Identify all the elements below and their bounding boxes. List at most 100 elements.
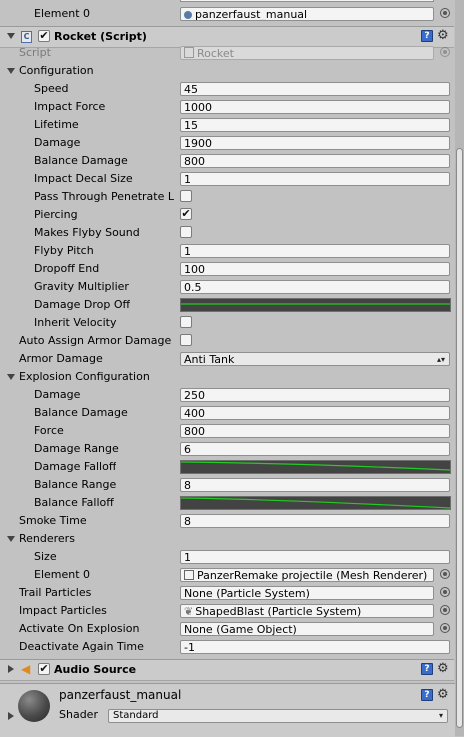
object-picker-icon[interactable] (440, 623, 450, 633)
foldout-closed-icon[interactable] (8, 712, 14, 720)
script-row: Script Rocket (0, 44, 454, 62)
audio-source-header[interactable]: ◀ ✔ Audio Source ? ⚙ (0, 659, 454, 681)
impact-particles-field[interactable]: ❦ ShapedBlast (Particle System) (180, 604, 434, 618)
armor-damage-row: Armor Damage Anti Tank ▴▾ (0, 350, 454, 368)
renderers-size-label: Size (34, 550, 57, 563)
top-element0-label: Element 0 (34, 7, 91, 20)
script-file-icon (184, 47, 194, 58)
explosion-balance-damage-row: Balance Damage 400 (0, 404, 454, 422)
explosion-damage-range-field[interactable]: 6 (180, 442, 450, 456)
explosion-damage-field[interactable]: 250 (180, 388, 450, 402)
foldout-closed-icon[interactable] (8, 665, 14, 673)
piercing-checkbox[interactable]: ✔ (180, 208, 192, 220)
shader-dropdown[interactable]: Standard ▾ (108, 709, 448, 723)
damage-field[interactable]: 1900 (180, 136, 450, 150)
makes-flyby-sound-label: Makes Flyby Sound (34, 226, 140, 239)
activate-on-explosion-row: Activate On Explosion None (Game Object) (0, 620, 454, 638)
configuration-foldout[interactable]: Configuration (0, 62, 454, 80)
top-element0-row: Element 0 panzerfaust_manual (0, 5, 454, 23)
curve-graph (181, 497, 450, 509)
object-picker-icon[interactable] (440, 587, 450, 597)
help-book-icon[interactable]: ? (421, 30, 433, 42)
deactivate-again-time-row: Deactivate Again Time -1 (0, 638, 454, 656)
particle-system-icon: ❦ (184, 605, 194, 618)
dropoff-end-label: Dropoff End (34, 262, 100, 275)
damage-label: Damage (34, 136, 81, 149)
help-book-icon[interactable]: ? (421, 689, 433, 701)
speed-row: Speed 45 (0, 80, 454, 98)
explosion-damage-range-label: Damage Range (34, 442, 119, 455)
top-element0-field[interactable]: panzerfaust_manual (180, 7, 434, 21)
settings-gear-icon[interactable]: ⚙ (437, 662, 449, 675)
balance-damage-field[interactable]: 800 (180, 154, 450, 168)
armor-damage-label: Armor Damage (19, 352, 103, 365)
script-value: Rocket (197, 47, 234, 60)
pass-through-checkbox[interactable] (180, 190, 192, 202)
script-icon: C (21, 31, 32, 43)
pass-through-row: Pass Through Penetrate L (0, 188, 454, 206)
smoke-time-field[interactable]: 8 (180, 514, 450, 528)
foldout-open-icon[interactable] (7, 68, 15, 74)
foldout-open-icon[interactable] (7, 374, 15, 380)
impact-force-row: Impact Force 1000 (0, 98, 454, 116)
object-picker-icon[interactable] (440, 605, 450, 615)
help-book-icon[interactable]: ? (421, 663, 433, 675)
flyby-pitch-label: Flyby Pitch (34, 244, 94, 257)
gravity-multiplier-field[interactable]: 0.5 (180, 280, 450, 294)
renderers-size-field[interactable]: 1 (180, 550, 450, 564)
explosion-foldout[interactable]: Explosion Configuration (0, 368, 454, 386)
impact-force-label: Impact Force (34, 100, 106, 113)
auto-assign-row: Auto Assign Armor Damage (0, 332, 454, 350)
settings-gear-icon[interactable]: ⚙ (437, 29, 449, 42)
foldout-open-icon[interactable] (7, 33, 15, 39)
damage-drop-off-curve[interactable] (180, 298, 451, 312)
script-picker-icon (440, 47, 450, 57)
dropdown-arrows-icon: ▴▾ (436, 355, 445, 364)
audio-enabled-checkbox[interactable]: ✔ (38, 663, 50, 675)
trail-particles-field[interactable]: None (Particle System) (180, 586, 434, 600)
vertical-scrollbar[interactable] (455, 0, 464, 736)
armor-damage-dropdown[interactable]: Anti Tank ▴▾ (180, 352, 450, 366)
scrollbar-thumb[interactable] (456, 148, 463, 728)
speed-field[interactable]: 45 (180, 82, 450, 96)
renderers-element0-field[interactable]: PanzerRemake projectile (Mesh Renderer) (180, 568, 434, 582)
explosion-balance-damage-field[interactable]: 400 (180, 406, 450, 420)
top-element0-value: panzerfaust_manual (195, 8, 308, 21)
auto-assign-checkbox[interactable] (180, 334, 192, 346)
impact-force-field[interactable]: 1000 (180, 100, 450, 114)
dropoff-end-row: Dropoff End 100 (0, 260, 454, 278)
renderers-element0-label: Element 0 (34, 568, 91, 581)
explosion-damage-row: Damage 250 (0, 386, 454, 404)
impact-particles-value: ShapedBlast (Particle System) (195, 605, 362, 618)
flyby-pitch-field[interactable]: 1 (180, 244, 450, 258)
configuration-label: Configuration (19, 64, 94, 77)
explosion-force-field[interactable]: 800 (180, 424, 450, 438)
lifetime-field[interactable]: 15 (180, 118, 450, 132)
smoke-time-label: Smoke Time (19, 514, 87, 527)
impact-decal-size-row: Impact Decal Size 1 (0, 170, 454, 188)
inherit-velocity-checkbox[interactable] (180, 316, 192, 328)
speed-label: Speed (34, 82, 69, 95)
impact-decal-size-field[interactable]: 1 (180, 172, 450, 186)
object-picker-icon[interactable] (440, 569, 450, 579)
component-enabled-checkbox[interactable]: ✔ (38, 30, 50, 42)
explosion-balance-range-field[interactable]: 8 (180, 478, 450, 492)
activate-on-explosion-field[interactable]: None (Game Object) (180, 622, 434, 636)
settings-gear-icon[interactable]: ⚙ (437, 688, 449, 701)
shader-value: Standard (113, 710, 159, 721)
script-label: Script (19, 46, 51, 59)
renderers-foldout[interactable]: Renderers (0, 530, 454, 548)
makes-flyby-sound-checkbox[interactable] (180, 226, 192, 238)
damage-falloff-curve[interactable] (180, 460, 451, 474)
audio-source-title: Audio Source (54, 663, 137, 676)
balance-falloff-curve[interactable] (180, 496, 451, 510)
activate-on-explosion-label: Activate On Explosion (19, 622, 140, 635)
foldout-open-icon[interactable] (7, 536, 15, 542)
deactivate-again-time-field[interactable]: -1 (180, 640, 450, 654)
script-field: Rocket (180, 46, 434, 60)
dropoff-end-field[interactable]: 100 (180, 262, 450, 276)
renderers-element0-row: Element 0 PanzerRemake projectile (Mesh … (0, 566, 454, 584)
clipped-field (180, 0, 434, 2)
flyby-pitch-row: Flyby Pitch 1 (0, 242, 454, 260)
object-picker-icon[interactable] (440, 8, 450, 18)
